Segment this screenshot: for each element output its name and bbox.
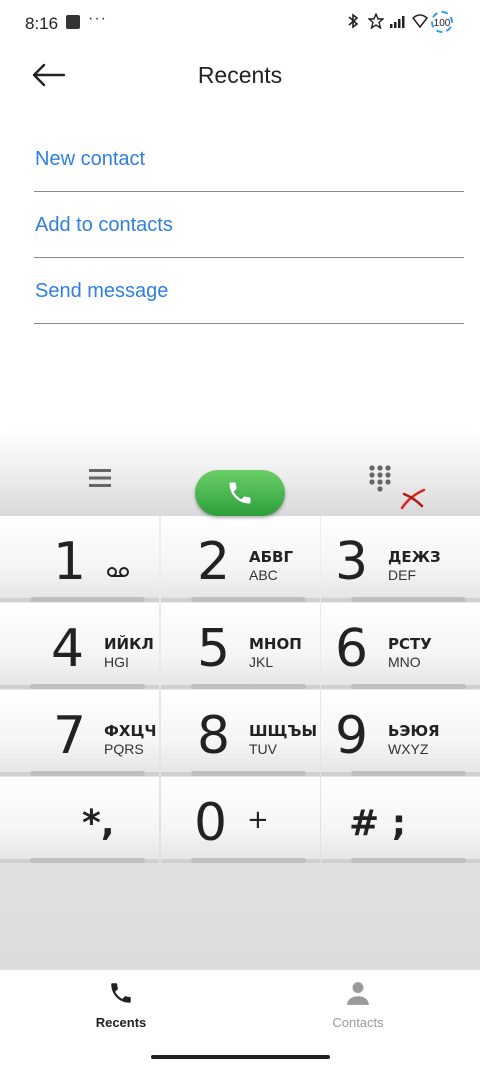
key-3[interactable]: 3 ДЕЖЗ DEF: [321, 516, 480, 602]
tab-recents-label: Recents: [95, 1015, 147, 1030]
key-letters-ru: ФХЦЧ: [104, 722, 157, 740]
key-digit: 8: [197, 706, 231, 766]
phone-icon: [111, 983, 131, 1003]
menu-icon[interactable]: [89, 468, 111, 488]
key-shadow: [191, 597, 306, 602]
key-star[interactable]: *,: [0, 777, 159, 863]
key-8[interactable]: 8 ШЩЪЫ TUV: [161, 690, 320, 776]
home-indicator[interactable]: [151, 1055, 330, 1059]
phone-icon: [229, 482, 251, 504]
key-shadow: [351, 858, 466, 863]
add-to-contacts-item[interactable]: Add to contacts: [34, 192, 464, 258]
app-notification-icon: [66, 15, 80, 29]
key-letters-ru: АБВГ: [249, 548, 294, 566]
key-shadow: [30, 771, 145, 776]
battery-indicator: 100: [431, 11, 453, 33]
key-letters-ru: ШЩЪЫ: [249, 722, 318, 740]
key-shadow: [191, 684, 306, 689]
voicemail-icon: [107, 567, 129, 577]
key-letters-ru: ИЙКЛ: [104, 635, 154, 653]
key-digit: 9: [335, 706, 369, 766]
more-notifications-icon: ···: [88, 10, 107, 27]
key-digit: 7: [53, 706, 87, 766]
tab-contacts-label: Contacts: [332, 1015, 384, 1030]
key-digit: 1: [53, 532, 87, 592]
key-4[interactable]: 4 ИЙКЛ HGI: [0, 603, 159, 689]
key-5[interactable]: 5 МНОП JKL: [161, 603, 320, 689]
key-shadow: [30, 597, 145, 602]
key-letters-en: DEF: [388, 567, 416, 583]
signal-icon: [390, 16, 405, 28]
status-time: 8:16: [25, 14, 59, 33]
key-shadow: [30, 858, 145, 863]
key-digit: 6: [335, 619, 369, 679]
key-digit: 4: [51, 619, 85, 679]
keypad-grid-icon[interactable]: [368, 464, 392, 492]
key-letters-en: ABC: [249, 567, 278, 583]
key-shadow: [30, 684, 145, 689]
key-letters-en: HGI: [104, 654, 129, 670]
key-letters-en: MNO: [388, 654, 421, 670]
divider: [34, 323, 464, 324]
keypad: 1 2 АБВГ ABC 3 ДЕЖЗ DEF 4 ИЙКЛ HGI 5 МНО…: [0, 516, 480, 863]
new-contact-item[interactable]: New contact: [34, 126, 464, 192]
bluetooth-icon: [348, 13, 359, 29]
key-digit: 2: [197, 532, 231, 592]
key-6[interactable]: 6 РСТУ MNO: [321, 603, 480, 689]
key-1[interactable]: 1: [0, 516, 159, 602]
key-7[interactable]: 7 ФХЦЧ PQRS: [0, 690, 159, 776]
key-letters-ru: МНОП: [249, 635, 302, 653]
key-shadow: [191, 771, 306, 776]
send-message-label: Send message: [35, 280, 169, 302]
key-symbol: # ;: [349, 803, 407, 844]
new-contact-label: New contact: [35, 148, 146, 170]
key-letters-en: WXYZ: [388, 741, 429, 757]
key-hash[interactable]: # ;: [321, 777, 480, 863]
key-letters-en: JKL: [249, 654, 274, 670]
key-shadow: [351, 597, 466, 602]
status-bar: 8:16 ··· 100: [0, 0, 480, 48]
tab-contacts[interactable]: Contacts: [298, 980, 418, 1030]
key-digit: 5: [197, 619, 231, 679]
bottom-nav: Recents Contacts: [0, 970, 480, 1067]
key-symbol: *,: [82, 803, 115, 844]
key-letters-ru: РСТУ: [388, 635, 432, 653]
key-plus: +: [247, 805, 269, 835]
key-letters-en: TUV: [249, 741, 277, 757]
key-shadow: [351, 684, 466, 689]
key-shadow: [191, 858, 306, 863]
add-to-contacts-label: Add to contacts: [35, 214, 173, 236]
page-title: Recents: [197, 62, 283, 88]
key-letters-ru: ЬЭЮЯ: [388, 722, 440, 740]
send-message-item[interactable]: Send message: [34, 258, 464, 324]
delete-icon[interactable]: [400, 488, 426, 510]
star-icon: [368, 13, 384, 29]
key-2[interactable]: 2 АБВГ ABC: [161, 516, 320, 602]
key-letters-ru: ДЕЖЗ: [388, 548, 441, 566]
wifi-icon: [412, 14, 428, 29]
key-letters-en: PQRS: [104, 741, 144, 757]
tab-recents[interactable]: Recents: [61, 980, 181, 1030]
call-button[interactable]: [195, 470, 285, 516]
person-icon: [347, 982, 369, 1005]
key-digit: 0: [194, 793, 228, 853]
key-0[interactable]: 0 +: [161, 777, 320, 863]
key-digit: 3: [335, 532, 369, 592]
key-shadow: [351, 771, 466, 776]
key-9[interactable]: 9 ЬЭЮЯ WXYZ: [321, 690, 480, 776]
